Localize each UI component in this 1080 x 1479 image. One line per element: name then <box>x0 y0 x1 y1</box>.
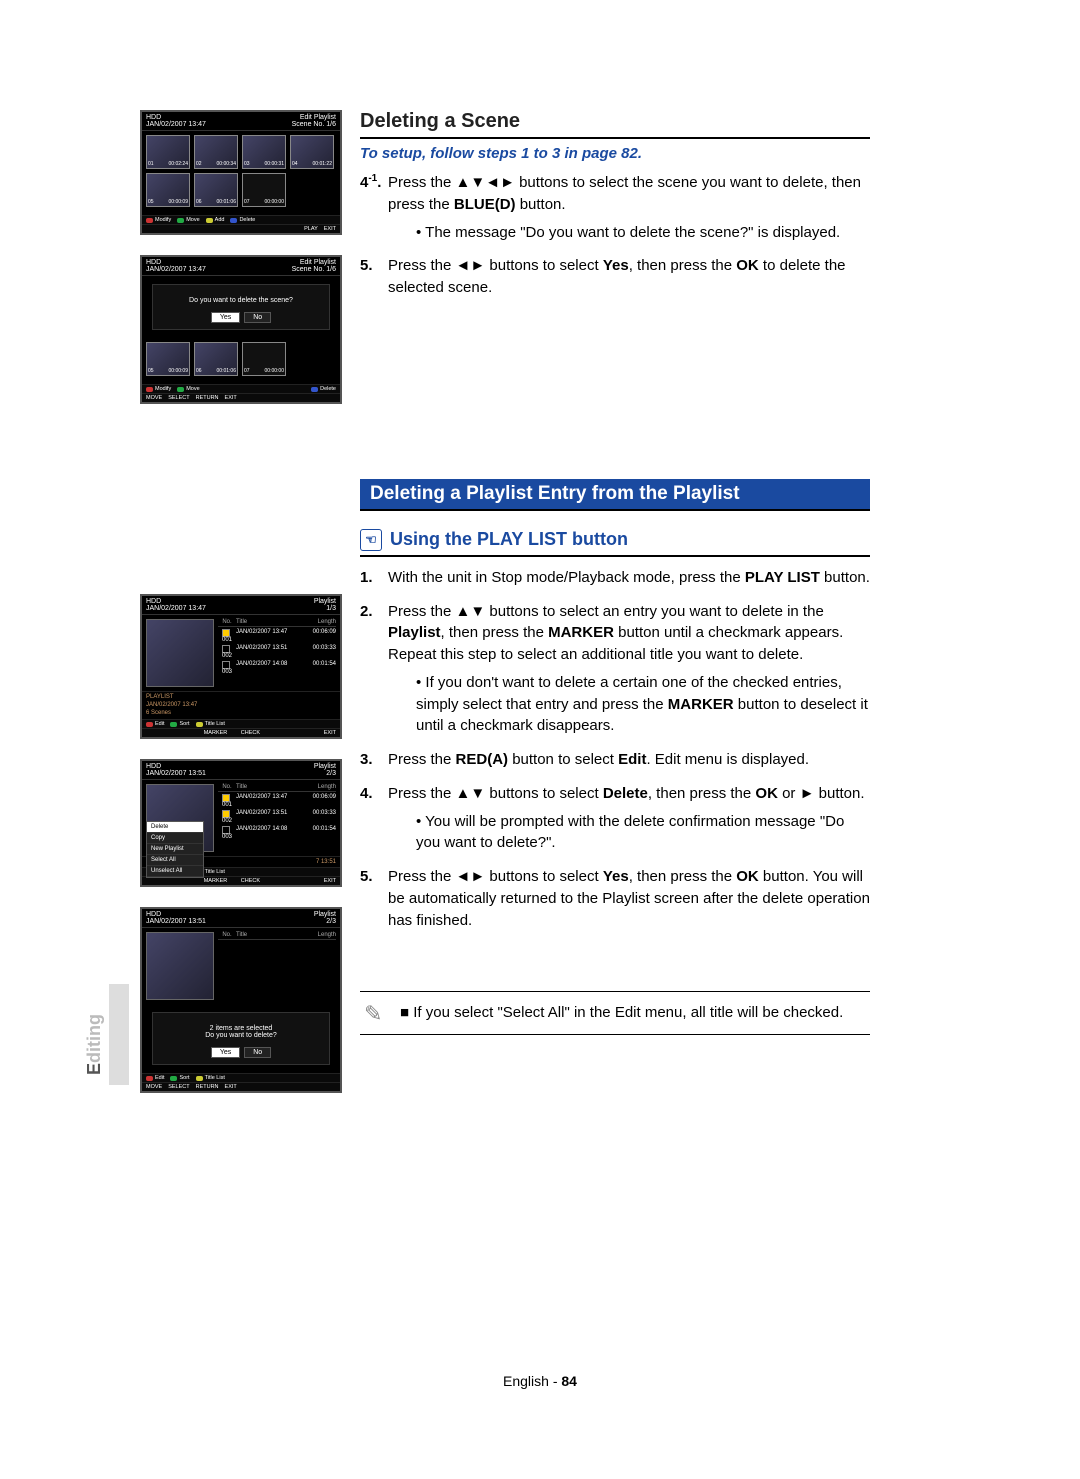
osd1-hdd: HDD <box>146 114 161 121</box>
pl-step-4-bullet: You will be prompted with the delete con… <box>388 811 870 855</box>
no-button[interactable]: No <box>244 312 271 323</box>
osd1-date: JAN/02/2007 13:47 <box>146 121 206 128</box>
setup-note: To setup, follow steps 1 to 3 in page 82… <box>360 145 870 162</box>
pl-step-1: 1. With the unit in Stop mode/Playback m… <box>360 567 870 589</box>
step-4-bullet: The message "Do you want to delete the s… <box>388 222 870 244</box>
menu-delete[interactable]: Delete <box>147 822 203 833</box>
playlist-row[interactable]: 002JAN/02/2007 13:5100:03:33 <box>218 644 336 660</box>
scene-thumb[interactable]: 0300:00:31 <box>242 135 286 169</box>
scene-thumb[interactable]: 0600:01:06 <box>194 173 238 207</box>
scene-thumb[interactable]: 0200:00:34 <box>194 135 238 169</box>
pl-step-5: 5. Press the ◄► buttons to select Yes, t… <box>360 866 870 931</box>
scene-thumb[interactable]: 0700:00:00 <box>242 342 286 376</box>
hint-delete: Delete <box>239 217 255 223</box>
heading-deleting-scene: Deleting a Scene <box>360 110 870 139</box>
hint-modify: Modify <box>155 217 171 223</box>
subheading-using-playlist-button: ☜ Using the PLAY LIST button <box>360 529 870 557</box>
scene-thumb[interactable]: 0600:01:06 <box>194 342 238 376</box>
playlist-row[interactable]: 001JAN/02/2007 13:4700:06:09 <box>218 793 336 809</box>
menu-new-playlist[interactable]: New Playlist <box>147 844 203 855</box>
scene-thumb[interactable]: 0100:02:24 <box>146 135 190 169</box>
scene-thumb[interactable]: 0400:01:22 <box>290 135 334 169</box>
side-tab-rest: diting <box>84 1014 104 1063</box>
playlist-row[interactable]: 003JAN/02/2007 14:0800:01:54 <box>218 825 336 841</box>
yes-button[interactable]: Yes <box>211 1047 240 1058</box>
pl-step-3: 3. Press the RED(A) button to select Edi… <box>360 749 870 771</box>
menu-copy[interactable]: Copy <box>147 833 203 844</box>
yes-button[interactable]: Yes <box>211 312 240 323</box>
side-tab-editing: Editing <box>80 984 129 1085</box>
hint-add: Add <box>215 217 225 223</box>
no-button[interactable]: No <box>244 1047 271 1058</box>
osd-playlist: HDDPlaylist JAN/02/2007 13:471/3 No.Titl… <box>140 594 342 739</box>
pl-step-2-bullet: If you don't want to delete a certain on… <box>388 672 870 737</box>
step-4: 4-1. Press the ▲▼◄► buttons to select th… <box>360 172 870 243</box>
osd1-scene: Scene No. 1/6 <box>292 121 336 128</box>
pl-step-4: 4. Press the ▲▼ buttons to select Delete… <box>360 783 870 854</box>
playlist-row[interactable]: 001JAN/02/2007 13:4700:06:09 <box>218 628 336 644</box>
page-footer: English - 84 <box>0 1373 1080 1389</box>
hand-icon: ☜ <box>360 529 382 551</box>
confirm-message: Do you want to delete the scene? <box>159 297 323 304</box>
step-5: 5. Press the ◄► buttons to select Yes, t… <box>360 255 870 299</box>
confirm-dialog: 2 items are selected Do you want to dele… <box>152 1012 330 1065</box>
osd-delete-scene-confirm: HDDEdit Playlist JAN/02/2007 13:47Scene … <box>140 255 342 404</box>
scene-thumb[interactable]: 0500:00:09 <box>146 342 190 376</box>
osd-edit-playlist-grid: HDD Edit Playlist JAN/02/2007 13:47 Scene … <box>140 110 342 235</box>
scene-thumb[interactable]: 0700:00:00 <box>242 173 286 207</box>
pl-step-2: 2. Press the ▲▼ buttons to select an ent… <box>360 601 870 738</box>
scene-thumb[interactable]: 0500:00:09 <box>146 173 190 207</box>
playlist-row[interactable]: 003JAN/02/2007 14:0800:01:54 <box>218 660 336 676</box>
note-box: If you select "Select All" in the Edit m… <box>360 991 870 1035</box>
menu-select-all[interactable]: Select All <box>147 855 203 866</box>
edit-context-menu: Delete Copy New Playlist Select All Unse… <box>146 821 204 878</box>
note-text: If you select "Select All" in the Edit m… <box>400 1002 870 1024</box>
heading-deleting-playlist-entry: Deleting a Playlist Entry from the Playl… <box>360 479 870 511</box>
osd1-mode: Edit Playlist <box>300 114 336 121</box>
hint-play: PLAY <box>304 226 318 232</box>
osd-playlist-delete-confirm: HDDPlaylist JAN/02/2007 13:512/3 No.Titl… <box>140 907 342 1093</box>
osd-playlist-edit-menu: HDDPlaylist JAN/02/2007 13:512/3 No.Titl… <box>140 759 342 887</box>
preview-thumb <box>146 619 214 687</box>
preview-thumb <box>146 932 214 1000</box>
hint-move: Move <box>186 217 199 223</box>
hint-exit: EXIT <box>324 226 336 232</box>
menu-unselect-all[interactable]: Unselect All <box>147 866 203 877</box>
playlist-row[interactable]: 002JAN/02/2007 13:5100:03:33 <box>218 809 336 825</box>
confirm-dialog: Do you want to delete the scene? Yes No <box>152 284 330 330</box>
side-tab-initial: E <box>84 1063 104 1075</box>
